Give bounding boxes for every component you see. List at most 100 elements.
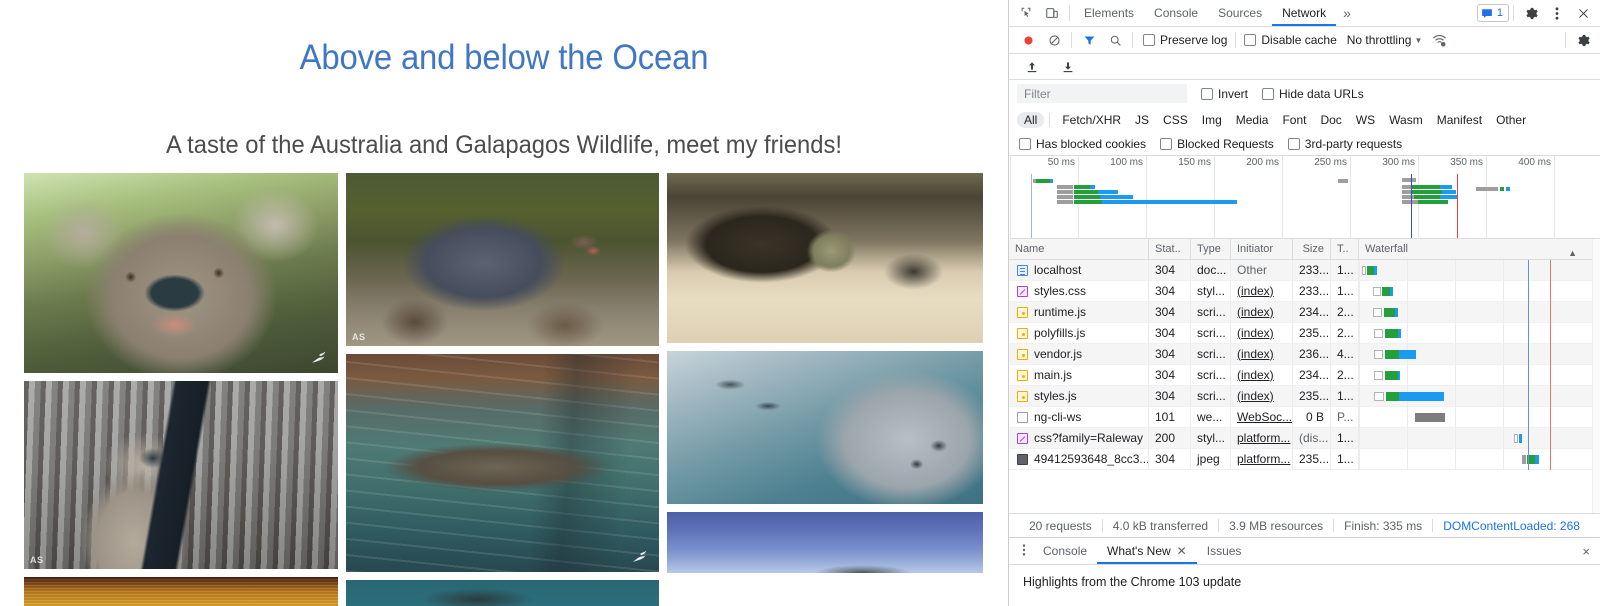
table-row[interactable]: styles.css 304 styl... (index) 233... 1.… [1009,281,1600,302]
type-filter-font[interactable]: Font [1275,112,1313,128]
tab-elements[interactable]: Elements [1074,0,1144,26]
type-filter-ws[interactable]: WS [1349,112,1382,128]
table-row[interactable]: runtime.js 304 scri... (index) 234... 2.… [1009,302,1600,323]
page-subtitle: A taste of the Australia and Galapagos W… [25,131,983,160]
cell-initiator[interactable]: (index) [1231,365,1293,386]
table-vertical-scrollbar[interactable] [1592,239,1600,513]
type-filter-other[interactable]: Other [1489,112,1533,128]
photo-whale-shark[interactable] [346,354,659,572]
cell-name: ng-cli-ws [1009,407,1149,428]
column-header-time[interactable]: T.. [1331,239,1359,260]
table-row[interactable]: 49412593648_8cc3... 304 jpeg platform...… [1009,449,1600,470]
record-button[interactable] [1015,28,1041,52]
close-icon[interactable]: ✕ [1177,538,1187,564]
devtools-tabbar-actions: 1 [1477,1,1600,25]
table-row[interactable]: main.js 304 scri... (index) 234... 2... [1009,365,1600,386]
column-header-waterfall[interactable]: Waterfall ▲ [1359,239,1600,260]
filter-input[interactable] [1017,84,1187,103]
type-filter-media[interactable]: Media [1229,112,1276,128]
photo-marine-iguana[interactable] [667,173,983,343]
overview-ruler: 50 ms 100 ms 150 ms 200 ms 250 ms 300 ms… [1010,156,1600,172]
drawer-tab-issues[interactable]: Issues [1197,538,1252,564]
table-row[interactable]: styles.js 304 scri... (index) 235... 1..… [1009,386,1600,407]
gallery-column-3 [667,173,983,606]
request-name: vendor.js [1034,344,1082,365]
gallery-column-1: AS [24,173,338,606]
network-conditions-icon[interactable] [1426,28,1452,52]
photo-ocean-surface[interactable] [667,512,983,573]
filter-button[interactable] [1076,28,1102,52]
photo-manta-ray[interactable] [667,351,983,504]
more-vertical-icon[interactable] [1544,1,1570,25]
more-tabs-button[interactable]: » [1336,0,1358,26]
cell-initiator[interactable]: (index) [1231,344,1293,365]
table-row[interactable]: vendor.js 304 scri... (index) 236... 4..… [1009,344,1600,365]
table-row[interactable]: ng-cli-ws 101 we... WebSoc... 0 B P... [1009,407,1600,428]
cell-initiator[interactable]: platform... [1231,449,1293,470]
column-header-type[interactable]: Type [1191,239,1231,260]
photo-golden-sunset[interactable] [24,577,338,606]
cell-initiator[interactable]: (index) [1231,281,1293,302]
checkbox-box [1288,138,1300,150]
cell-initiator[interactable]: platform... [1231,428,1293,449]
cell-initiator[interactable]: (index) [1231,386,1293,407]
checkbox-box [1262,88,1274,100]
cell-name: 49412593648_8cc3... [1009,449,1149,470]
disable-cache-checkbox[interactable]: Disable cache [1244,33,1336,47]
table-row[interactable]: localhost 304 doc... Other 233... 1... [1009,260,1600,281]
third-party-requests-checkbox[interactable]: 3rd-party requests [1288,137,1402,151]
image-icon [1017,454,1028,465]
inspect-element-icon[interactable] [1013,1,1039,25]
table-body: localhost 304 doc... Other 233... 1... [1009,260,1600,470]
network-overview-timeline[interactable]: 50 ms 100 ms 150 ms 200 ms 250 ms 300 ms… [1010,156,1600,239]
type-filter-wasm[interactable]: Wasm [1382,112,1430,128]
message-count-badge[interactable]: 1 [1477,4,1509,22]
photographer-logo-icon [308,347,330,367]
clear-button[interactable] [1041,28,1067,52]
preserve-log-checkbox[interactable]: Preserve log [1143,33,1227,47]
column-header-name[interactable]: Name [1009,239,1149,260]
cell-initiator[interactable]: (index) [1231,323,1293,344]
type-filter-css[interactable]: CSS [1156,112,1195,128]
more-vertical-icon[interactable] [1015,543,1033,560]
table-row[interactable]: polyfills.js 304 scri... (index) 235... … [1009,323,1600,344]
photo-galapagos-giant-tortoise[interactable]: AS [346,173,659,346]
page-title: Above and below the Ocean [30,38,978,78]
type-filter-fetch-xhr[interactable]: Fetch/XHR [1055,112,1128,128]
drawer-tab-whats-new[interactable]: What's New ✕ [1097,538,1197,564]
type-filter-doc[interactable]: Doc [1313,112,1348,128]
tab-sources[interactable]: Sources [1208,0,1272,26]
drawer-tab-bar: Console What's New ✕ Issues × [1009,538,1600,565]
tab-console[interactable]: Console [1144,0,1208,26]
hide-data-urls-checkbox[interactable]: Hide data URLs [1262,87,1364,101]
photo-red-footed-booby[interactable]: AS [24,381,338,569]
export-har-icon[interactable] [1055,55,1081,79]
type-filter-img[interactable]: Img [1195,112,1229,128]
type-filter-all[interactable]: All [1017,112,1044,128]
column-header-size[interactable]: Size [1293,239,1331,260]
has-blocked-cookies-checkbox[interactable]: Has blocked cookies [1019,137,1146,151]
drawer-close-button[interactable]: × [1582,544,1600,559]
blocked-requests-checkbox[interactable]: Blocked Requests [1160,137,1274,151]
gear-icon[interactable] [1570,28,1596,52]
invert-checkbox[interactable]: Invert [1201,87,1248,101]
photo-koala[interactable] [24,173,338,373]
throttling-dropdown[interactable]: No throttling ▼ [1347,33,1423,47]
cell-initiator[interactable]: (index) [1231,302,1293,323]
cell-initiator[interactable]: WebSoc... [1231,407,1293,428]
tab-network[interactable]: Network [1272,0,1336,26]
gear-icon[interactable] [1518,1,1544,25]
close-icon[interactable] [1570,1,1596,25]
hide-data-urls-label: Hide data URLs [1279,87,1364,101]
type-filter-js[interactable]: JS [1128,112,1156,128]
column-header-status[interactable]: Stat.. [1149,239,1191,260]
type-filter-manifest[interactable]: Manifest [1430,112,1489,128]
search-button[interactable] [1102,28,1128,52]
photo-hammerhead-shark[interactable] [346,580,659,606]
drawer-tab-console[interactable]: Console [1033,538,1097,564]
table-row[interactable]: css?family=Raleway 200 styl... platform.… [1009,428,1600,449]
import-har-icon[interactable] [1019,55,1045,79]
column-header-initiator[interactable]: Initiator [1231,239,1293,260]
device-toolbar-icon[interactable] [1039,1,1065,25]
initiator-link: (index) [1237,368,1274,382]
